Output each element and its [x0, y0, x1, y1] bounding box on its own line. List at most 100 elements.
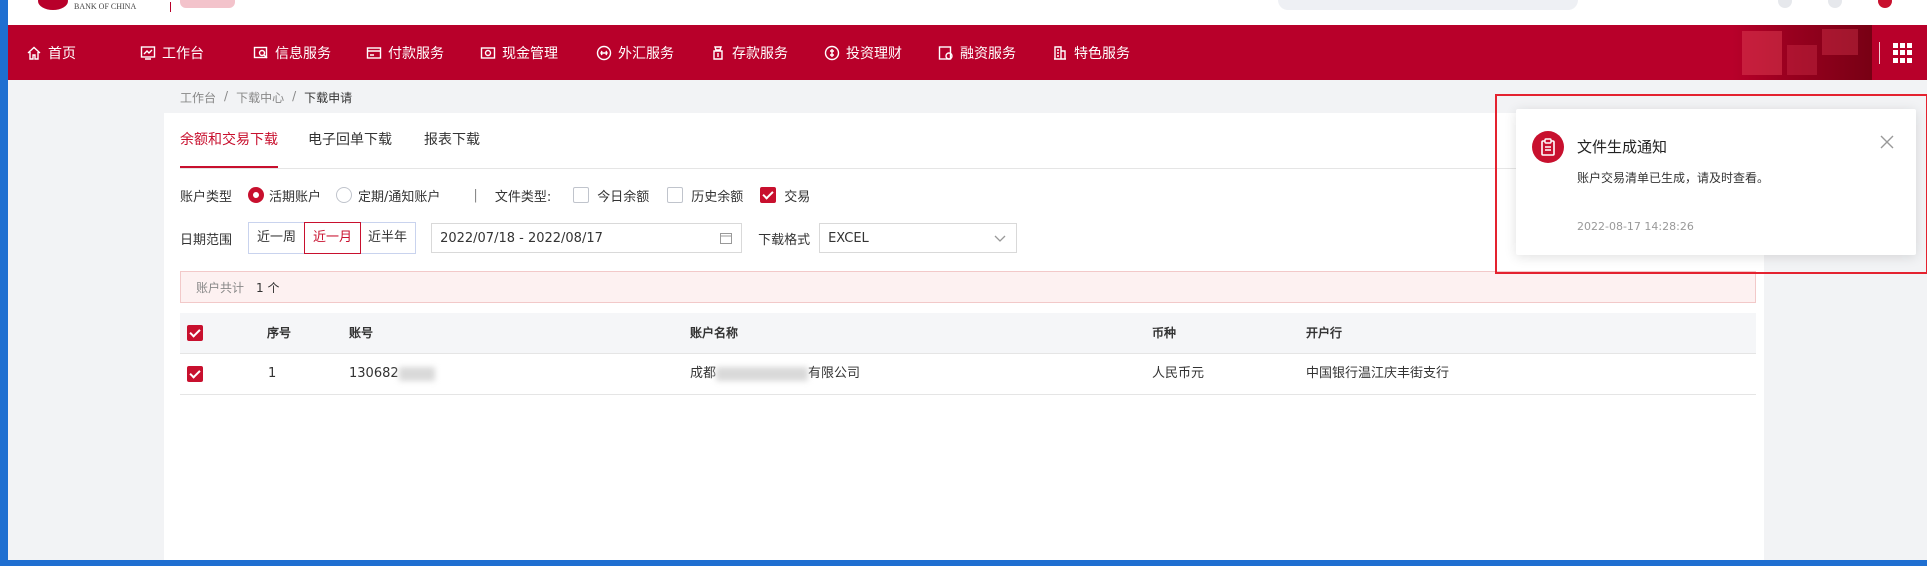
header-index: 序号: [267, 326, 292, 340]
app-grid-icon[interactable]: [1893, 43, 1913, 63]
cash-icon: [480, 46, 496, 59]
preset-last-week[interactable]: 近一周: [249, 223, 306, 253]
checkbox-transactions-label[interactable]: 交易: [784, 186, 810, 205]
nav-label: 特色服务: [1074, 45, 1130, 62]
message-icon[interactable]: [1828, 0, 1842, 8]
breadcrumb-download-center[interactable]: 下载中心: [236, 89, 284, 106]
summary-label: 账户共计: [196, 280, 245, 295]
building-icon: [1054, 45, 1066, 60]
nav-item-special[interactable]: 特色服务: [1052, 25, 1130, 80]
nav-item-financing[interactable]: 融资服务: [938, 25, 1016, 80]
nav-label: 信息服务: [275, 45, 331, 62]
deposit-icon: [713, 45, 723, 60]
table-row[interactable]: 1 130682 成都 有限公司 人民币元 中国银行温江庆丰街支行: [180, 354, 1756, 395]
nav-item-home[interactable]: 首页: [26, 25, 76, 80]
logo-brand-icon: [180, 0, 235, 8]
nav-item-payment[interactable]: 付款服务: [366, 25, 444, 80]
tab-e-receipts[interactable]: 电子回单下载: [308, 113, 392, 168]
close-icon[interactable]: [1878, 133, 1896, 151]
select-all-checkbox[interactable]: [187, 325, 203, 341]
calendar-icon: [720, 233, 733, 244]
info-search-icon: [253, 46, 268, 58]
search-bar[interactable]: [1278, 0, 1578, 10]
nav-item-deposit[interactable]: 存款服务: [710, 25, 788, 80]
payment-icon: [366, 46, 382, 59]
nav-label: 投资理财: [846, 45, 902, 62]
radio-fixed-account-label[interactable]: 定期/通知账户: [358, 186, 440, 205]
account-summary: 账户共计 1 个: [180, 271, 1756, 303]
breadcrumb: 工作台 / 下载中心 / 下载申请: [180, 89, 352, 106]
nav-decoration: [1732, 25, 1872, 80]
dashboard-icon: [140, 45, 156, 60]
date-preset-group: 近一周 近一月 近半年: [248, 222, 417, 254]
header-account-no: 账号: [349, 326, 374, 340]
nav-item-investment[interactable]: 投资理财: [824, 25, 902, 80]
preset-last-month[interactable]: 近一月: [304, 222, 362, 254]
notification-title: 文件生成通知: [1577, 138, 1668, 156]
date-range-input[interactable]: 2022/07/18 - 2022/08/17: [431, 223, 743, 253]
format-value: EXCEL: [828, 230, 869, 246]
notification-bell-icon[interactable]: [1778, 0, 1792, 8]
checkbox-history-balance[interactable]: [667, 187, 684, 203]
account-name-end: 有限公司: [808, 366, 861, 381]
nav-label: 付款服务: [388, 45, 444, 62]
format-select[interactable]: EXCEL: [819, 223, 1018, 253]
date-range-value: 2022/07/18 - 2022/08/17: [440, 230, 603, 246]
radio-current-account[interactable]: [248, 187, 265, 203]
user-avatar[interactable]: [1878, 0, 1892, 8]
row-account-no: 130682: [349, 354, 435, 394]
row-index: 1: [268, 366, 277, 381]
checkbox-today-balance-label[interactable]: 今日余额: [597, 186, 649, 205]
logo-divider: [170, 2, 171, 12]
breadcrumb-current: 下载申请: [304, 91, 353, 105]
breadcrumb-separator: /: [292, 89, 297, 103]
account-type-row: 账户类型 活期账户 定期/通知账户 | 文件类型: 今日余额 历史余额 交易: [180, 184, 810, 206]
home-icon: [27, 46, 41, 60]
financing-icon: [938, 45, 953, 60]
nav-label: 工作台: [162, 45, 204, 62]
redacted-mask: [398, 366, 435, 381]
checkbox-history-balance-label[interactable]: 历史余额: [691, 186, 743, 205]
table-header: 序号 账号 账户名称 币种 开户行: [180, 313, 1756, 354]
top-strip: BANK OF CHINA: [8, 0, 1927, 25]
nav-item-cash[interactable]: 现金管理: [480, 25, 558, 80]
redacted-mask: [716, 366, 809, 381]
tab-reports[interactable]: 报表下载: [424, 113, 480, 168]
row-account-name: 成都 有限公司: [690, 354, 860, 394]
date-range-label: 日期范围: [180, 232, 233, 248]
clipboard-icon: [1532, 131, 1564, 163]
nav-divider: [1879, 42, 1880, 64]
checkbox-today-balance[interactable]: [573, 187, 590, 203]
notification-card: 文件生成通知 账户交易清单已生成，请及时查看。 2022-08-17 14:28…: [1516, 109, 1916, 255]
header-bank: 开户行: [1306, 326, 1343, 340]
app-window: BANK OF CHINA 首页 工作台 信息服务 付款服务 现金管理 外汇服务…: [8, 0, 1927, 560]
chevron-down-icon: [994, 235, 1006, 242]
row-bank: 中国银行温江庆丰街支行: [1306, 366, 1450, 381]
account-no-visible: 130682: [349, 366, 399, 381]
filter-separator: |: [473, 187, 478, 203]
bank-logo-icon: [38, 0, 68, 10]
tab-balance-transactions[interactable]: 余额和交易下载: [180, 113, 278, 168]
radio-fixed-account[interactable]: [336, 187, 353, 203]
nav-label: 融资服务: [960, 45, 1016, 62]
nav-item-workbench[interactable]: 工作台: [140, 25, 204, 80]
forex-icon: [596, 45, 612, 60]
nav-item-forex[interactable]: 外汇服务: [596, 25, 674, 80]
investment-icon: [824, 45, 840, 60]
summary-value: 1 个: [256, 280, 280, 295]
radio-current-account-label[interactable]: 活期账户: [269, 186, 321, 205]
file-type-label: 文件类型:: [494, 189, 552, 205]
preset-last-half-year[interactable]: 近半年: [360, 223, 415, 253]
notification-message: 账户交易清单已生成，请及时查看。: [1577, 171, 1770, 185]
account-table: 序号 账号 账户名称 币种 开户行 1 130682 成都 有限公司 人民币元 中…: [180, 313, 1756, 395]
account-name-start: 成都: [690, 366, 717, 381]
nav-label: 存款服务: [732, 45, 788, 62]
checkbox-transactions[interactable]: [760, 187, 777, 203]
main-nav: 首页 工作台 信息服务 付款服务 现金管理 外汇服务 存款服务 投资理财 融资服…: [8, 25, 1927, 80]
breadcrumb-separator: /: [224, 89, 229, 103]
nav-item-info[interactable]: 信息服务: [253, 25, 331, 80]
breadcrumb-workbench[interactable]: 工作台: [180, 89, 216, 106]
format-label: 下载格式: [758, 232, 811, 248]
notification-time: 2022-08-17 14:28:26: [1577, 220, 1694, 233]
row-checkbox[interactable]: [187, 366, 203, 382]
